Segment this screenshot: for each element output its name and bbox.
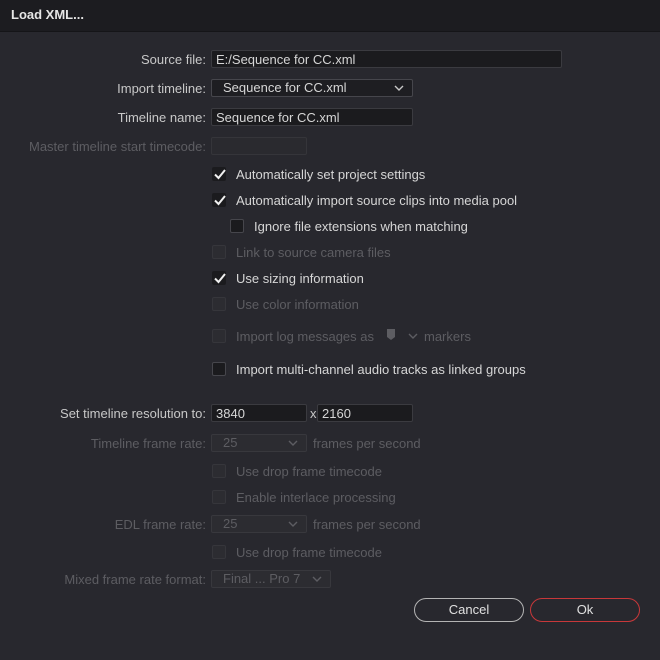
chevron-down-icon [288,521,298,527]
edl-rate-row: EDL frame rate: 25 frames per second [0,515,660,535]
chevron-down-icon [394,85,404,91]
mixed-format-row: Mixed frame rate format: Final ... Pro 7 [0,570,660,590]
resolution-row: Set timeline resolution to: 3840 x 2160 [0,404,660,424]
resolution-label: Set timeline resolution to: [60,406,206,421]
link-camera-checkbox[interactable] [212,245,226,259]
timeline-name-row: Timeline name: Sequence for CC.xml [0,108,660,128]
resolution-width-field[interactable]: 3840 [211,404,307,422]
drop-frame-1-label: Use drop frame timecode [236,464,382,479]
edl-rate-select[interactable]: 25 [211,515,307,533]
drop-frame-2-label: Use drop frame timecode [236,545,382,560]
marker-icon [387,329,395,340]
import-timeline-row: Import timeline: Sequence for CC.xml [0,79,660,99]
chevron-down-icon [408,333,418,339]
import-timeline-select[interactable]: Sequence for CC.xml [211,79,413,97]
frame-rate-unit: frames per second [313,436,421,451]
auto-import-checkbox[interactable] [212,193,226,207]
chevron-down-icon [288,440,298,446]
source-file-row: Source file: E:/Sequence for CC.xml [0,50,660,70]
interlace-checkbox[interactable] [212,490,226,504]
frame-rate-value: 25 [223,435,238,450]
master-start-field[interactable] [211,137,307,155]
multichannel-label: Import multi-channel audio tracks as lin… [236,362,526,377]
checkmark-icon [214,195,226,206]
master-start-label: Master timeline start timecode: [28,139,206,154]
ignore-ext-checkbox[interactable] [230,219,244,233]
edl-rate-label: EDL frame rate: [114,517,206,532]
color-info-label: Use color information [236,297,359,312]
interlace-label: Enable interlace processing [236,490,396,505]
mixed-format-value: Final ... Pro 7 [223,571,301,586]
log-messages-label: Import log messages as [236,329,375,344]
ok-button[interactable]: Ok [530,598,640,622]
dialog-titlebar: Load XML... [0,0,660,32]
log-messages-suffix: markers [424,329,471,344]
auto-project-checkbox[interactable] [212,167,226,181]
auto-project-label: Automatically set project settings [236,167,426,182]
sizing-label: Use sizing information [236,271,364,286]
auto-import-label: Automatically import source clips into m… [236,193,518,208]
timeline-name-label: Timeline name: [117,110,206,125]
color-info-checkbox[interactable] [212,297,226,311]
ignore-ext-label: Ignore file extensions when matching [254,219,468,234]
mixed-format-select[interactable]: Final ... Pro 7 [211,570,331,588]
multichannel-checkbox[interactable] [212,362,226,376]
edl-rate-unit: frames per second [313,517,421,532]
link-camera-label: Link to source camera files [236,245,391,260]
dialog-title: Load XML... [11,7,84,22]
cancel-button[interactable]: Cancel [414,598,524,622]
import-timeline-label: Import timeline: [117,81,206,96]
resolution-separator: x [310,406,317,421]
marker-color-select[interactable] [384,328,420,344]
source-file-field[interactable]: E:/Sequence for CC.xml [211,50,562,68]
log-messages-checkbox[interactable] [212,329,226,343]
drop-frame-1-checkbox[interactable] [212,464,226,478]
source-file-label: Source file: [140,52,206,67]
chevron-down-icon [312,576,322,582]
master-start-row: Master timeline start timecode: [0,137,660,157]
mixed-format-label: Mixed frame rate format: [64,572,206,587]
frame-rate-select[interactable]: 25 [211,434,307,452]
checkmark-icon [214,273,226,284]
sizing-checkbox[interactable] [212,271,226,285]
resolution-height-field[interactable]: 2160 [317,404,413,422]
drop-frame-2-checkbox[interactable] [212,545,226,559]
frame-rate-label: Timeline frame rate: [90,436,206,451]
timeline-name-field[interactable]: Sequence for CC.xml [211,108,413,126]
import-timeline-value: Sequence for CC.xml [223,80,347,95]
checkmark-icon [214,169,226,180]
frame-rate-row: Timeline frame rate: 25 frames per secon… [0,434,660,454]
edl-rate-value: 25 [223,516,238,531]
